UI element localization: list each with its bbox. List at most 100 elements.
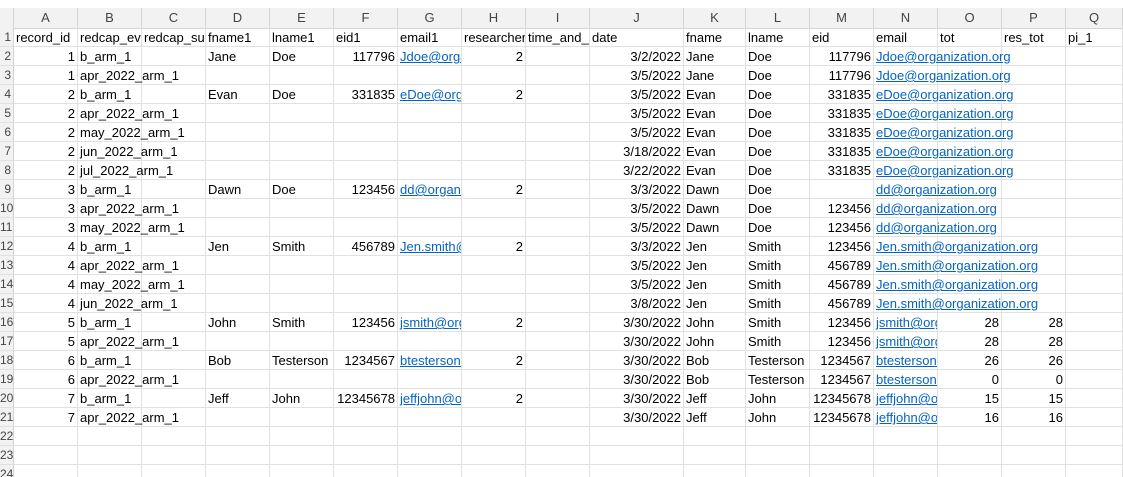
table-cell[interactable]: 2	[14, 142, 78, 161]
table-cell[interactable]	[398, 123, 462, 142]
table-cell[interactable]	[270, 66, 334, 85]
table-cell[interactable]: jeffjohn@organization.org	[874, 389, 938, 408]
table-cell[interactable]: btesterson@organization.org	[398, 351, 462, 370]
table-cell[interactable]	[1066, 389, 1123, 408]
table-cell[interactable]	[1066, 180, 1123, 199]
table-cell[interactable]	[1066, 47, 1123, 66]
row-number[interactable]: 19	[0, 370, 14, 389]
table-cell[interactable]: b_arm_1	[78, 389, 142, 408]
row-number[interactable]: 10	[0, 199, 14, 218]
table-cell[interactable]: 2	[462, 47, 526, 66]
table-cell[interactable]	[874, 446, 938, 465]
table-cell[interactable]: 3/30/2022	[590, 313, 684, 332]
table-cell[interactable]	[938, 446, 1002, 465]
table-cell[interactable]: 1234567	[810, 351, 874, 370]
table-cell[interactable]	[1066, 351, 1123, 370]
row-number[interactable]: 5	[0, 104, 14, 123]
column-header-a[interactable]: A	[14, 8, 78, 28]
table-cell[interactable]	[206, 123, 270, 142]
table-cell[interactable]	[270, 332, 334, 351]
table-cell[interactable]	[142, 85, 206, 104]
table-cell[interactable]: Bob	[684, 370, 746, 389]
table-cell[interactable]: Jen.smith@organization.org	[874, 256, 1038, 275]
table-cell[interactable]: 3/5/2022	[590, 218, 684, 237]
table-cell[interactable]	[526, 370, 590, 389]
table-cell[interactable]: Testerson	[746, 351, 810, 370]
table-cell[interactable]: 12345678	[810, 408, 874, 427]
table-cell[interactable]: John	[746, 408, 810, 427]
table-cell[interactable]	[526, 446, 590, 465]
table-cell[interactable]	[398, 370, 462, 389]
table-cell[interactable]: Doe	[746, 142, 810, 161]
table-cell[interactable]	[810, 180, 874, 199]
table-cell[interactable]: 3/5/2022	[590, 104, 684, 123]
table-cell[interactable]	[270, 199, 334, 218]
row-number[interactable]: 8	[0, 161, 14, 180]
table-cell[interactable]	[1002, 446, 1066, 465]
table-cell[interactable]: John	[206, 313, 270, 332]
table-cell[interactable]	[462, 161, 526, 180]
table-cell[interactable]: Testerson	[746, 370, 810, 389]
table-cell[interactable]: Doe	[746, 123, 810, 142]
table-cell[interactable]: 3/22/2022	[590, 161, 684, 180]
table-cell[interactable]	[462, 446, 526, 465]
table-cell[interactable]: Jen.smith@organization.org	[874, 237, 1038, 256]
table-cell[interactable]: 3/8/2022	[590, 294, 684, 313]
table-cell[interactable]: apr_2022_arm_1	[78, 199, 179, 218]
table-cell[interactable]	[398, 199, 462, 218]
table-cell[interactable]	[398, 446, 462, 465]
column-header-k[interactable]: K	[684, 8, 746, 28]
table-cell[interactable]	[398, 294, 462, 313]
table-cell[interactable]: 4	[14, 256, 78, 275]
table-cell[interactable]	[1066, 85, 1123, 104]
table-cell[interactable]	[462, 427, 526, 446]
table-cell[interactable]	[462, 104, 526, 123]
table-cell[interactable]: Jane	[684, 47, 746, 66]
table-cell[interactable]: 15	[1002, 389, 1066, 408]
table-cell[interactable]: b_arm_1	[78, 237, 142, 256]
table-cell[interactable]	[206, 332, 270, 351]
table-cell[interactable]: Jane	[684, 66, 746, 85]
column-header-m[interactable]: M	[810, 8, 874, 28]
table-cell[interactable]: 1234567	[810, 370, 874, 389]
table-cell[interactable]: eDoe@organization.org	[398, 85, 462, 104]
table-cell[interactable]	[526, 294, 590, 313]
table-cell[interactable]: Dawn	[684, 218, 746, 237]
header-cell[interactable]: email	[874, 28, 938, 47]
table-cell[interactable]	[334, 104, 398, 123]
table-cell[interactable]	[270, 294, 334, 313]
column-header-l[interactable]: L	[746, 8, 810, 28]
table-cell[interactable]: 2	[14, 85, 78, 104]
header-cell[interactable]: lname1	[270, 28, 334, 47]
table-cell[interactable]: jsmith@organization.org	[874, 313, 938, 332]
table-cell[interactable]	[462, 332, 526, 351]
table-cell[interactable]: 2	[462, 351, 526, 370]
table-cell[interactable]	[1066, 142, 1123, 161]
table-cell[interactable]: b_arm_1	[78, 313, 142, 332]
table-cell[interactable]: 2	[462, 85, 526, 104]
table-cell[interactable]: 5	[14, 313, 78, 332]
table-cell[interactable]: 3/3/2022	[590, 237, 684, 256]
column-header-j[interactable]: J	[590, 8, 684, 28]
table-cell[interactable]	[270, 446, 334, 465]
table-cell[interactable]: 456789	[810, 256, 874, 275]
table-cell[interactable]	[874, 465, 938, 477]
table-cell[interactable]: 28	[1002, 332, 1066, 351]
table-cell[interactable]: Jen	[684, 294, 746, 313]
table-cell[interactable]	[1066, 465, 1123, 477]
table-cell[interactable]: 3/5/2022	[590, 256, 684, 275]
table-cell[interactable]	[142, 465, 206, 477]
table-cell[interactable]	[526, 427, 590, 446]
row-number[interactable]: 15	[0, 294, 14, 313]
table-cell[interactable]	[1066, 199, 1123, 218]
table-cell[interactable]: 3/30/2022	[590, 389, 684, 408]
table-cell[interactable]: Bob	[206, 351, 270, 370]
table-cell[interactable]	[206, 408, 270, 427]
table-cell[interactable]	[526, 104, 590, 123]
select-all-corner[interactable]	[0, 8, 14, 28]
header-cell[interactable]: tot	[938, 28, 1002, 47]
table-cell[interactable]	[270, 161, 334, 180]
table-cell[interactable]	[334, 427, 398, 446]
table-cell[interactable]	[334, 332, 398, 351]
table-cell[interactable]: Doe	[746, 47, 810, 66]
